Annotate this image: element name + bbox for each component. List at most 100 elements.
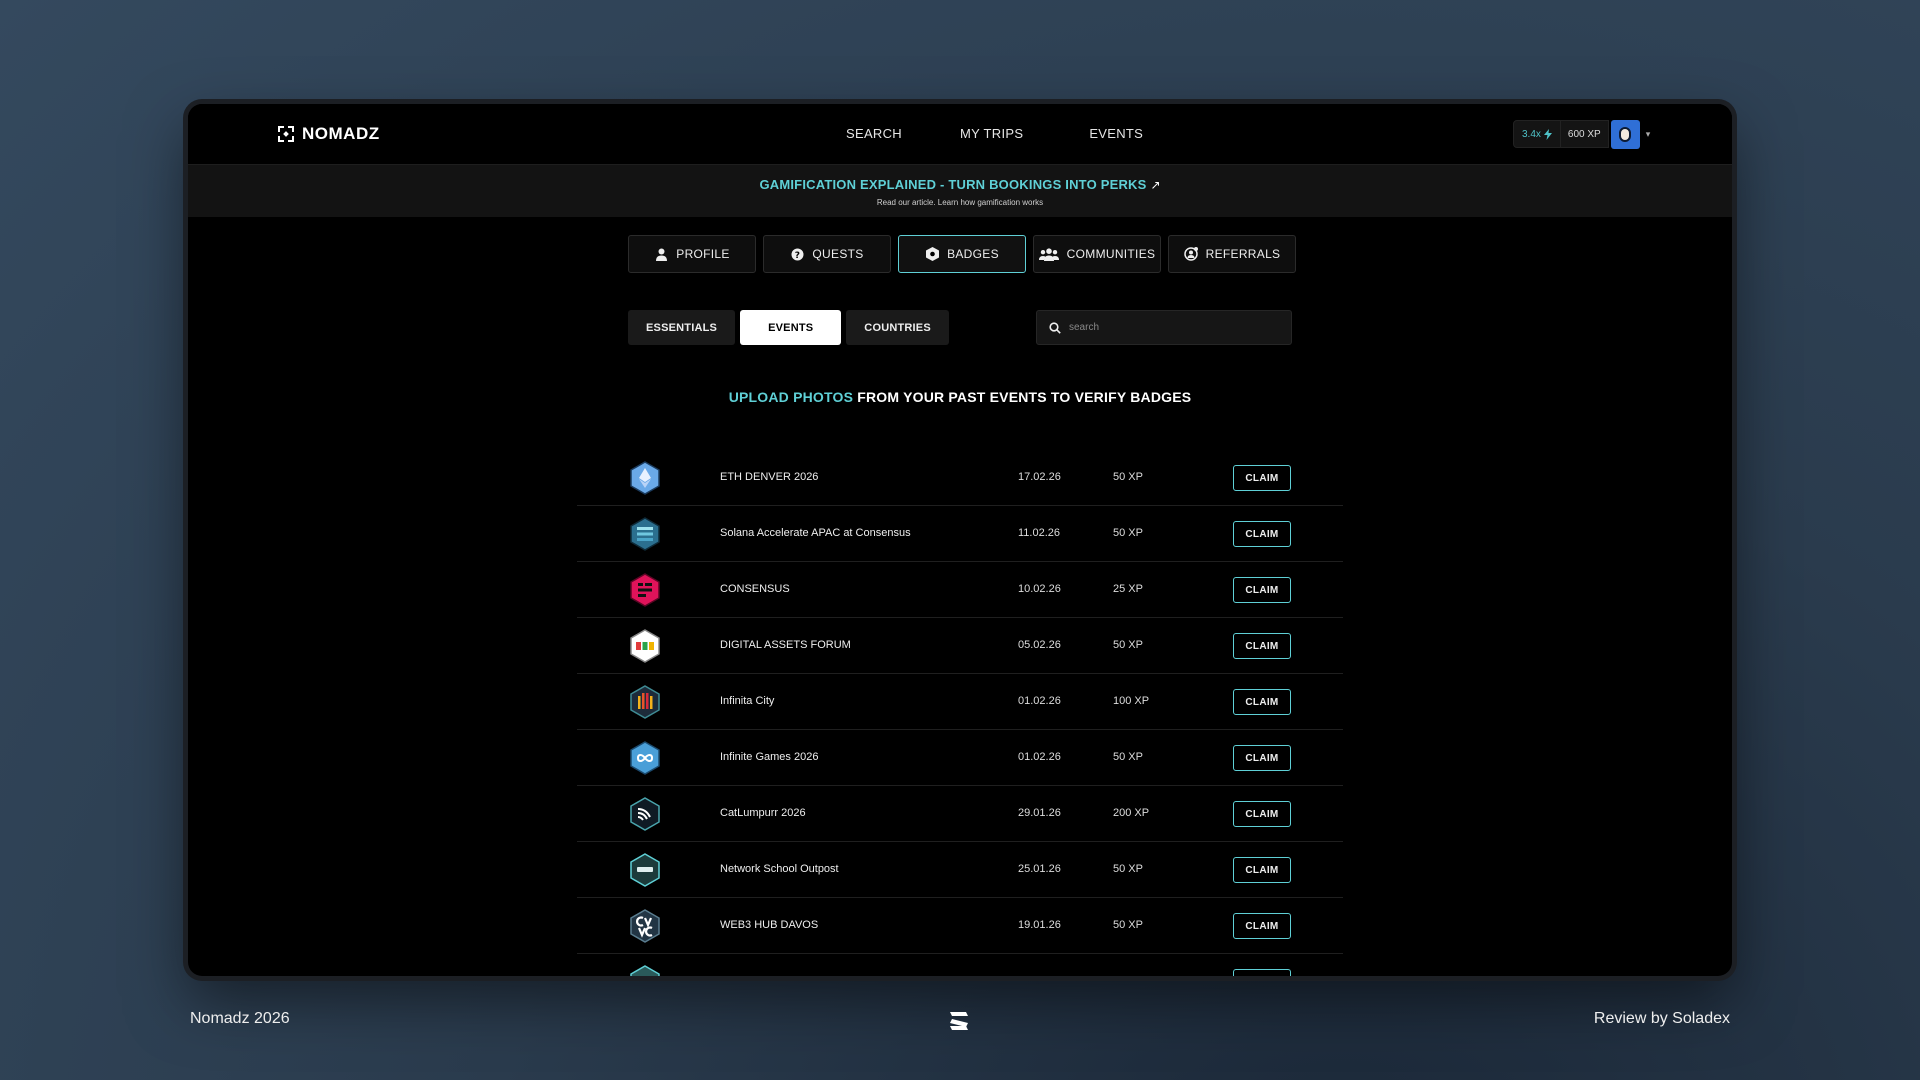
table-row: Solana Accelerate APAC at Consensus 11.0… (577, 506, 1343, 562)
subtab-events[interactable]: EVENTS (740, 310, 842, 345)
infinite-games-badge-icon (630, 741, 660, 775)
profile-tabs: PROFILE ? QUESTS BADGES COMMUNITIES REFE… (628, 235, 1296, 273)
xp-total: 600 XP (1560, 120, 1609, 148)
chevron-down-icon[interactable]: ▾ (1646, 129, 1651, 140)
catlumpurr-badge-icon (630, 797, 660, 831)
tab-label: PROFILE (676, 247, 730, 261)
event-xp: 50 XP (1113, 471, 1143, 483)
tab-label: QUESTS (812, 247, 864, 261)
subtab-countries[interactable]: COUNTRIES (846, 310, 949, 345)
tab-label: BADGES (947, 247, 999, 261)
avatar[interactable] (1610, 119, 1640, 149)
claim-button[interactable]: CLAIM (1233, 745, 1291, 771)
event-xp: 100 XP (1113, 695, 1150, 707)
main-nav: SEARCH MY TRIPS EVENTS (846, 126, 1143, 141)
solana-badge-icon (630, 517, 660, 551)
banner-title: GAMIFICATION EXPLAINED - TURN BOOKINGS I… (759, 177, 1147, 192)
app-window: NOMADZ SEARCH MY TRIPS EVENTS 3.4x 600 X… (188, 104, 1732, 976)
event-xp: 50 XP (1113, 751, 1143, 763)
event-xp: 50 XP (1113, 863, 1143, 875)
subtab-essentials[interactable]: ESSENTIALS (628, 310, 736, 345)
badge-search (1036, 310, 1292, 345)
nav-search[interactable]: SEARCH (846, 126, 902, 141)
tab-badges[interactable]: BADGES (898, 235, 1026, 273)
nomadz-logo[interactable]: NOMADZ (276, 124, 380, 144)
claim-button[interactable]: CLAIM (1233, 801, 1291, 827)
search-input[interactable] (1069, 322, 1269, 333)
table-row: Network School Outpost 25.01.26 50 XP CL… (577, 842, 1343, 898)
xp-multiplier-badge[interactable]: 3.4x (1513, 120, 1561, 148)
avatar-face-icon (1618, 126, 1631, 142)
event-date: 19.01.26 (1018, 919, 1061, 931)
event-xp: 50 XP (1113, 527, 1143, 539)
event-name: Solana Accelerate APAC at Consensus (720, 527, 911, 539)
badge-category-tabs: ESSENTIALS EVENTS COUNTRIES (628, 310, 949, 345)
web3-hub-badge-icon (630, 909, 660, 943)
tab-communities[interactable]: COMMUNITIES (1033, 235, 1161, 273)
nomadz-logo-icon (278, 126, 294, 142)
page-headline: UPLOAD PHOTOS FROM YOUR PAST EVENTS TO V… (188, 389, 1732, 405)
top-navigation-bar: NOMADZ SEARCH MY TRIPS EVENTS 3.4x 600 X… (188, 104, 1732, 165)
badge-icon (925, 247, 939, 261)
claim-button[interactable]: CLAIM (1233, 465, 1291, 491)
quest-icon: ? (790, 247, 804, 261)
tab-quests[interactable]: ? QUESTS (763, 235, 891, 273)
claim-button[interactable]: CLAIM (1233, 577, 1291, 603)
claim-button[interactable]: CLAIM (1233, 913, 1291, 939)
event-date: 01.02.26 (1018, 751, 1061, 763)
event-name: CONSENSUS (720, 583, 790, 595)
event-badge-list: ETH DENVER 2026 17.02.26 50 XP CLAIM Sol… (577, 450, 1343, 976)
claim-button[interactable]: CLAIM (1233, 857, 1291, 883)
event-name: Infinita City (720, 695, 775, 707)
referral-icon (1183, 247, 1198, 261)
claim-button[interactable]: CLAIM (1233, 689, 1291, 715)
event-name: Infinite Games 2026 (720, 751, 819, 763)
event-name: CatLumpurr 2026 (720, 807, 806, 819)
event-name: ETH DENVER 2026 (720, 471, 819, 483)
event-date: 29.01.26 (1018, 807, 1061, 819)
event-xp: 50 XP (1113, 639, 1143, 651)
svg-text:?: ? (795, 251, 801, 261)
gamification-banner[interactable]: GAMIFICATION EXPLAINED - TURN BOOKINGS I… (188, 165, 1732, 217)
table-row: CONSENSUS 10.02.26 25 XP CLAIM (577, 562, 1343, 618)
event-xp: 25 XP (1113, 583, 1143, 595)
claim-button-partial[interactable] (1233, 969, 1291, 976)
users-icon (1038, 247, 1059, 261)
infinita-badge-icon (630, 685, 660, 719)
tab-label: REFERRALS (1205, 247, 1281, 261)
table-row: DIGITAL ASSETS FORUM 05.02.26 50 XP CLAI… (577, 618, 1343, 674)
multiplier-value: 3.4x (1522, 128, 1541, 140)
partial-badge-icon (630, 965, 660, 976)
banner-subtitle: Read our article. Learn how gamification… (876, 198, 1044, 207)
table-row: Infinite Games 2026 01.02.26 50 XP CLAIM (577, 730, 1343, 786)
network-school-badge-icon (630, 853, 660, 887)
event-date: 11.02.26 (1018, 527, 1061, 539)
table-row: Infinita City 01.02.26 100 XP CLAIM (577, 674, 1343, 730)
table-row: WEB3 HUB DAVOS 19.01.26 50 XP CLAIM (577, 898, 1343, 954)
digital-assets-badge-icon (630, 629, 660, 663)
event-date: 05.02.26 (1018, 639, 1061, 651)
event-xp: 50 XP (1113, 919, 1143, 931)
person-icon (654, 247, 668, 261)
tab-label: COMMUNITIES (1066, 247, 1156, 261)
user-status: 3.4x 600 XP ▾ (1513, 119, 1651, 149)
event-date: 25.01.26 (1018, 863, 1061, 875)
nav-events[interactable]: EVENTS (1089, 126, 1143, 141)
consensus-badge-icon (630, 573, 660, 607)
footer-right-text: Review by Soladex (1593, 1010, 1730, 1027)
logo-text: NOMADZ (302, 124, 380, 143)
claim-button[interactable]: CLAIM (1233, 521, 1291, 547)
upload-photos-link[interactable]: UPLOAD PHOTOS (729, 389, 853, 405)
tab-profile[interactable]: PROFILE (628, 235, 756, 273)
eth-denver-badge-icon (630, 461, 660, 495)
nav-my-trips[interactable]: MY TRIPS (960, 126, 1023, 141)
event-date: 17.02.26 (1018, 471, 1061, 483)
table-row: ETH DENVER 2026 17.02.26 50 XP CLAIM (577, 450, 1343, 506)
footer-left-text: Nomadz 2026 (190, 1010, 290, 1027)
claim-button[interactable]: CLAIM (1233, 633, 1291, 659)
lightning-icon (1543, 128, 1552, 140)
tab-referrals[interactable]: REFERRALS (1168, 235, 1296, 273)
external-link-arrow-icon: ↗ (1150, 178, 1161, 192)
search-icon (1049, 321, 1061, 334)
event-name: DIGITAL ASSETS FORUM (720, 639, 851, 651)
